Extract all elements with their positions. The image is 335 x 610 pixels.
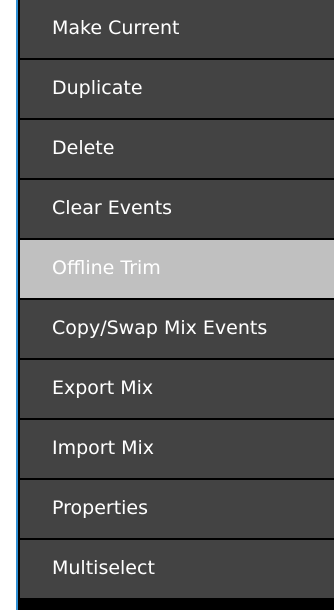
menu-item-offline-trim[interactable]: Offline Trim <box>20 240 334 298</box>
menu-item-delete[interactable]: Delete <box>20 120 334 178</box>
context-menu: Make Current Duplicate Delete Clear Even… <box>16 0 334 610</box>
menu-item-clear-events[interactable]: Clear Events <box>20 180 334 238</box>
menu-item-multiselect[interactable]: Multiselect <box>20 540 334 598</box>
menu-item-import-mix[interactable]: Import Mix <box>20 420 334 478</box>
menu-item-make-current[interactable]: Make Current <box>20 0 334 58</box>
menu-item-copy-swap-mix-events[interactable]: Copy/Swap Mix Events <box>20 300 334 358</box>
menu-item-export-mix[interactable]: Export Mix <box>20 360 334 418</box>
menu-item-properties[interactable]: Properties <box>20 480 334 538</box>
menu-item-duplicate[interactable]: Duplicate <box>20 60 334 118</box>
